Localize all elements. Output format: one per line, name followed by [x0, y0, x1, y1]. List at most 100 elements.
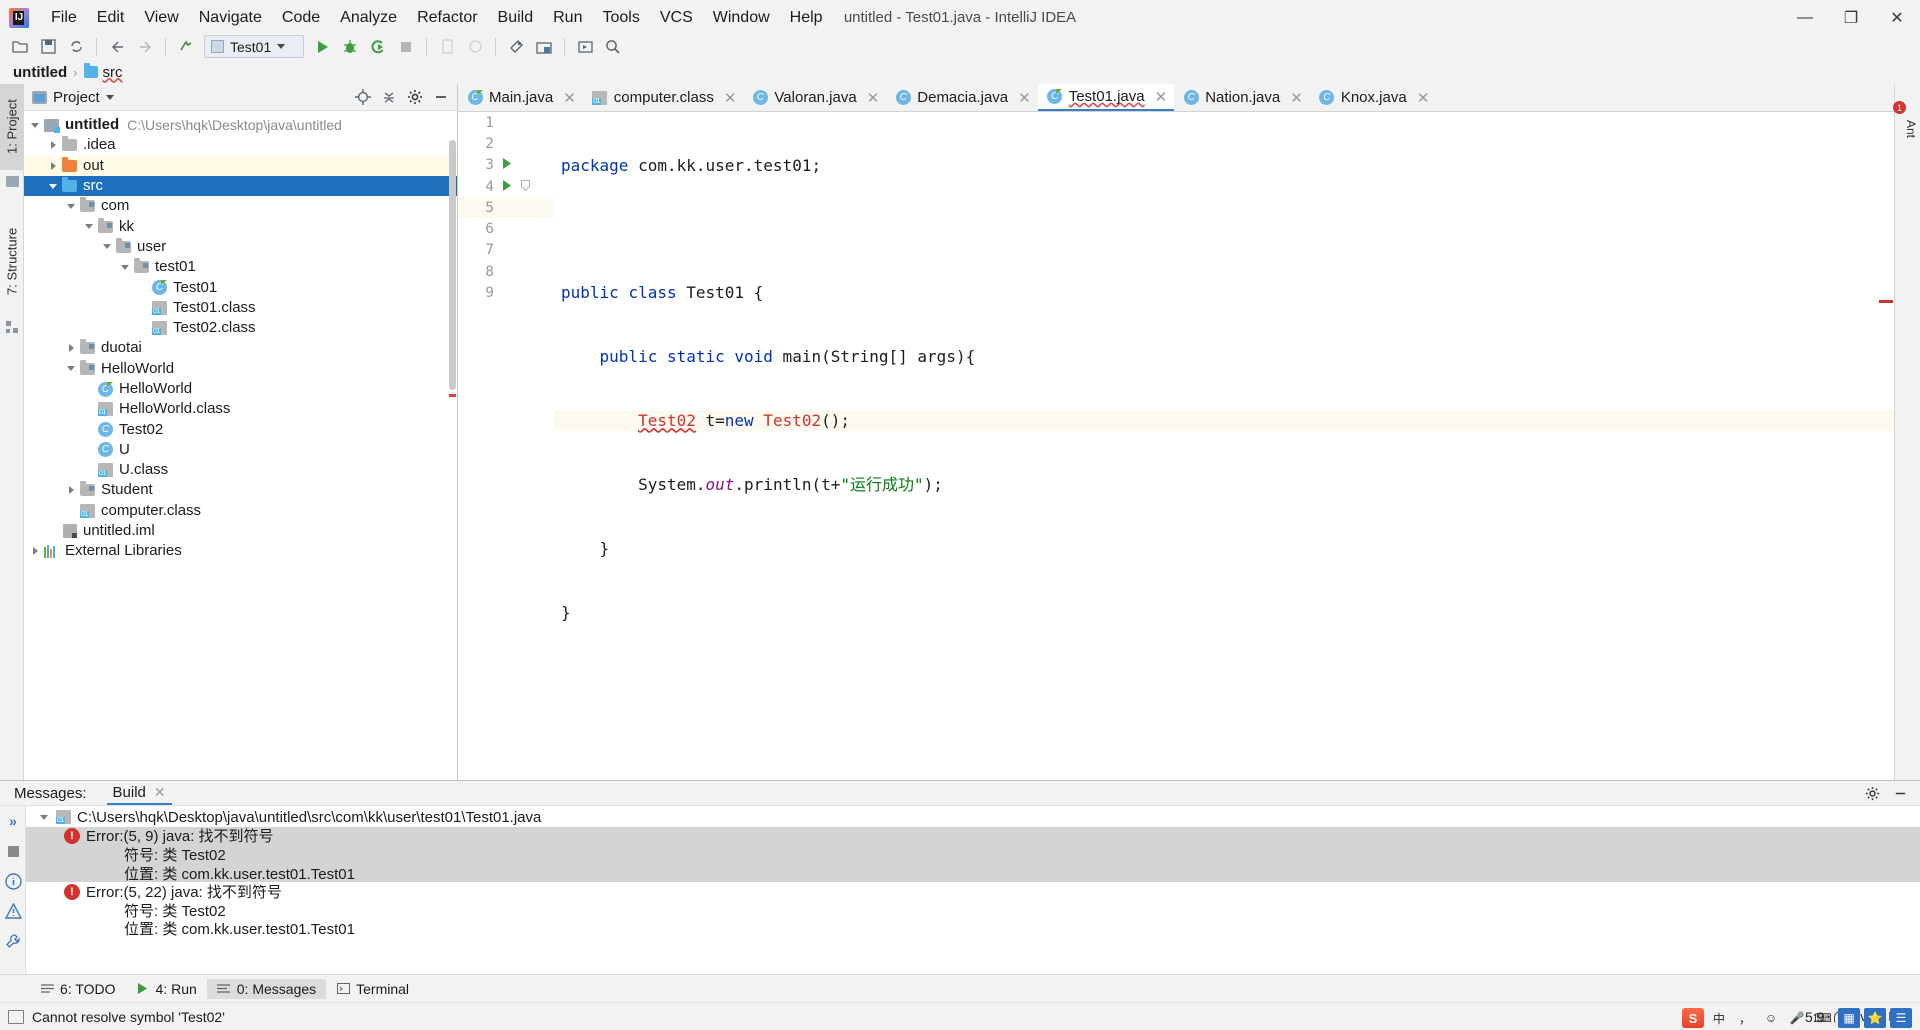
- tree-node-kk[interactable]: kk: [24, 216, 457, 236]
- tree-node-com[interactable]: com: [24, 196, 457, 216]
- editor-error-stripe[interactable]: [1879, 300, 1893, 303]
- chevron-down-icon[interactable]: [64, 359, 78, 379]
- menu-file[interactable]: File: [41, 5, 87, 31]
- locate-icon[interactable]: [351, 86, 375, 108]
- tree-node-external-libraries[interactable]: External Libraries: [24, 541, 457, 561]
- tree-node-test02-class[interactable]: Test02.class: [24, 318, 457, 338]
- punctuation-icon[interactable]: ，: [1734, 1008, 1756, 1028]
- project-tree[interactable]: untitled C:\Users\hqk\Desktop\java\untitl…: [24, 111, 457, 780]
- tree-node--idea[interactable]: .idea: [24, 135, 457, 155]
- sync-icon[interactable]: [63, 34, 89, 59]
- gutter-line-9[interactable]: 9: [458, 282, 553, 303]
- close-icon[interactable]: ✕: [1155, 88, 1168, 106]
- tree-node-computer-class[interactable]: computer.class: [24, 501, 457, 521]
- editor-tab-computer-class[interactable]: computer.class ✕: [583, 84, 744, 111]
- messages-list[interactable]: C:\Users\hqk\Desktop\java\untitled\src\c…: [26, 806, 1920, 974]
- run-gutter-icon[interactable]: [498, 158, 516, 172]
- info-icon[interactable]: [0, 866, 26, 896]
- hide-icon[interactable]: [429, 86, 453, 108]
- stop-icon[interactable]: [0, 836, 26, 866]
- tree-node-untitled[interactable]: untitled C:\Users\hqk\Desktop\java\untitl…: [24, 115, 457, 135]
- editor-tab-test01-java[interactable]: C Test01.java ✕: [1037, 84, 1175, 111]
- tree-node-src[interactable]: src: [24, 175, 457, 197]
- run-gutter-icon[interactable]: [498, 179, 516, 194]
- tree-node-student[interactable]: Student: [24, 480, 457, 500]
- messages-tab-build[interactable]: Build ✕: [106, 782, 172, 805]
- hide-icon[interactable]: [1888, 782, 1912, 804]
- close-icon[interactable]: ✕: [867, 89, 880, 107]
- back-icon[interactable]: [104, 34, 130, 59]
- chevron-right-icon[interactable]: [28, 541, 42, 561]
- message-detail-row[interactable]: 符号: 类 Test02: [26, 901, 1920, 920]
- fold-marker-icon[interactable]: [516, 179, 534, 194]
- favorites-icon[interactable]: ⭐: [1864, 1008, 1886, 1028]
- tree-node-u[interactable]: CU: [24, 440, 457, 460]
- settings-icon[interactable]: [503, 34, 529, 59]
- menu-tools[interactable]: Tools: [592, 5, 649, 31]
- project-tree-scrollbar[interactable]: [449, 140, 456, 390]
- rail-tab-structure[interactable]: 7: Structure: [0, 206, 24, 316]
- stop-icon[interactable]: [393, 34, 419, 59]
- message-detail-row[interactable]: 位置: 类 com.kk.user.test01.Test01: [26, 920, 1920, 938]
- bottom-tab-terminal[interactable]: Terminal: [326, 979, 419, 999]
- menu-refactor[interactable]: Refactor: [407, 5, 487, 31]
- editor-code-area[interactable]: package com.kk.user.test01; public class…: [553, 112, 1894, 780]
- menu-vcs[interactable]: VCS: [650, 5, 703, 31]
- chevron-down-icon[interactable]: [46, 176, 60, 196]
- close-button[interactable]: ✕: [1874, 0, 1920, 35]
- gutter-line-6[interactable]: 6: [458, 219, 553, 240]
- menu-help[interactable]: Help: [780, 5, 833, 31]
- message-detail-row[interactable]: 符号: 类 Test02: [26, 845, 1920, 864]
- tree-node-untitled-iml[interactable]: untitled.iml: [24, 521, 457, 541]
- editor-tab-demacia-java[interactable]: C Demacia.java ✕: [886, 84, 1037, 111]
- status-toggle-icon[interactable]: [8, 1009, 24, 1024]
- editor-tab-main-java[interactable]: C Main.java ✕: [458, 84, 583, 111]
- debug-icon[interactable]: [337, 34, 363, 59]
- tree-node-helloworld[interactable]: C HelloWorld: [24, 379, 457, 399]
- menu-edit[interactable]: Edit: [87, 5, 135, 31]
- tree-node-test02[interactable]: C Test02: [24, 419, 457, 439]
- message-file-row[interactable]: C:\Users\hqk\Desktop\java\untitled\src\c…: [26, 808, 1920, 827]
- tree-node-helloworld[interactable]: HelloWorld: [24, 359, 457, 379]
- editor-gutter[interactable]: 1 2 3 4 5 6 7 8 9: [458, 112, 553, 780]
- project-structure-icon[interactable]: [531, 34, 557, 59]
- gutter-line-8[interactable]: 8: [458, 261, 553, 282]
- run-configuration-selector[interactable]: Test01: [204, 35, 304, 58]
- chinese-mode-icon[interactable]: 中: [1708, 1008, 1730, 1028]
- menu-analyze[interactable]: Analyze: [330, 5, 407, 31]
- save-icon[interactable]: [35, 34, 61, 59]
- menu-run[interactable]: Run: [543, 5, 592, 31]
- menu-icon[interactable]: ☰: [1890, 1008, 1912, 1028]
- chevron-right-icon[interactable]: [64, 338, 78, 358]
- close-icon[interactable]: ✕: [1018, 89, 1031, 107]
- sogou-input-icon[interactable]: S: [1682, 1008, 1704, 1028]
- tree-node-out[interactable]: out: [24, 155, 457, 176]
- tree-node-helloworld-class[interactable]: HelloWorld.class: [24, 399, 457, 419]
- search-icon[interactable]: [600, 34, 626, 59]
- gutter-line-3[interactable]: 3: [458, 155, 553, 176]
- close-icon[interactable]: ✕: [154, 784, 166, 801]
- warning-icon[interactable]: [0, 896, 26, 926]
- emoji-icon[interactable]: ☺: [1760, 1008, 1782, 1028]
- close-icon[interactable]: ✕: [724, 89, 737, 107]
- error-count-badge[interactable]: 1: [1893, 101, 1906, 114]
- close-icon[interactable]: ✕: [1290, 89, 1303, 107]
- run-icon[interactable]: [309, 34, 335, 59]
- open-folder-icon[interactable]: [7, 34, 33, 59]
- wrench-icon[interactable]: [0, 926, 26, 956]
- gutter-line-1[interactable]: 1: [458, 112, 553, 133]
- tree-node-user[interactable]: user: [24, 237, 457, 257]
- chevron-down-icon[interactable]: [34, 812, 54, 822]
- message-detail-row[interactable]: 位置: 类 com.kk.user.test01.Test01: [26, 863, 1920, 883]
- bottom-tab-6-todo[interactable]: 6: TODO: [30, 979, 126, 999]
- chevron-down-icon[interactable]: [118, 257, 132, 277]
- chevron-down-icon[interactable]: [64, 196, 78, 216]
- run-coverage-icon[interactable]: [365, 34, 391, 59]
- menu-navigate[interactable]: Navigate: [189, 5, 272, 31]
- microphone-icon[interactable]: 🎤: [1786, 1008, 1808, 1028]
- gutter-line-7[interactable]: 7: [458, 240, 553, 261]
- menu-code[interactable]: Code: [272, 5, 330, 31]
- profiler-icon[interactable]: [462, 34, 488, 59]
- forward-icon[interactable]: [132, 34, 158, 59]
- maximize-button[interactable]: ❐: [1828, 0, 1874, 35]
